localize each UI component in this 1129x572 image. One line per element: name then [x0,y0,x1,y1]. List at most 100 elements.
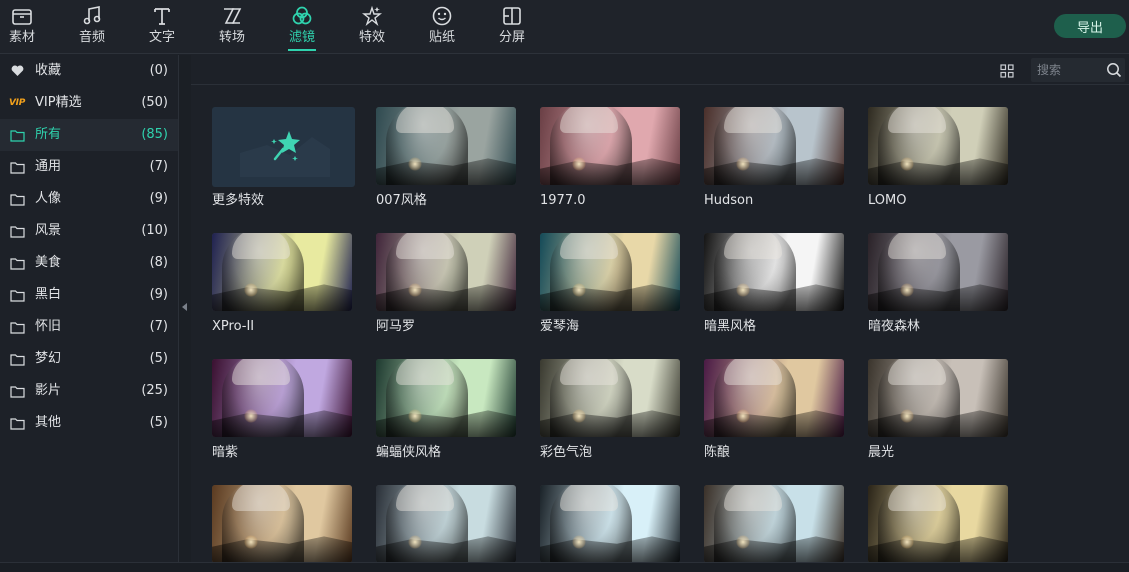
tab-text-label: 文字 [148,30,175,45]
filter-thumbnail[interactable] [212,359,352,437]
sidebar-item-black-white[interactable]: 黑白 (9) [0,279,178,311]
thumbnail-lens-flare [572,157,586,171]
sidebar-item-other[interactable]: 其他 (5) [0,407,178,439]
thumbnail-lens-flare [736,157,750,171]
sidebar-item-dreamy[interactable]: 梦幻 (5) [0,343,178,375]
filter-thumbnail[interactable] [376,233,516,311]
tab-transition[interactable]: 转场 [202,0,262,54]
sidebar-item-count: (10) [141,223,168,238]
folder-icon [9,191,25,207]
thumbnail-lens-flare [572,535,586,549]
filter-thumbnail[interactable] [540,485,680,563]
tab-sticker[interactable]: 贴纸 [412,0,472,54]
filter-thumbnail[interactable] [212,485,352,563]
sidebar-item-general[interactable]: 通用 (7) [0,151,178,183]
sidebar-item-food[interactable]: 美食 (8) [0,247,178,279]
sidebar-item-landscape[interactable]: 风景 (10) [0,215,178,247]
thumbnail-hat [724,359,782,385]
thumbnail-hat [560,107,618,133]
search-icon[interactable] [1106,62,1122,78]
filter-thumbnail[interactable] [704,359,844,437]
sidebar-item-favorites[interactable]: 收藏 (0) [0,55,178,87]
tab-text[interactable]: 文字 [132,0,192,54]
search-input[interactable] [1037,61,1101,79]
sidebar-item-label: 人像 [35,191,62,206]
filter-label: 晨光 [868,445,895,460]
filter-thumbnail[interactable] [540,107,680,185]
thumbnail-hat [232,359,290,385]
sidebar-item-count: (8) [149,255,168,270]
filter-thumbnail[interactable] [376,107,516,185]
sidebar-item-portrait[interactable]: 人像 (9) [0,183,178,215]
sidebar-item-all[interactable]: 所有 (85) [0,119,178,151]
sidebar-collapse-handle[interactable] [179,55,191,562]
effects-star-icon [361,0,383,30]
filter-label: LOMO [868,193,907,208]
thumbnail-lens-flare [736,409,750,423]
tab-transition-label: 转场 [218,30,245,45]
filter-thumbnail[interactable] [704,107,844,185]
folder-icon [9,287,25,303]
sidebar-item-count: (50) [141,95,168,110]
filter-thumbnail[interactable] [868,107,1008,185]
heart-icon [9,63,25,79]
export-button[interactable]: 导出 [1054,14,1126,38]
sidebar-item-count: (9) [149,287,168,302]
sidebar-item-vip[interactable]: VIP VIP精选 (50) [0,87,178,119]
filter-thumbnail[interactable] [540,233,680,311]
sidebar-item-label: 影片 [35,383,62,398]
filter-thumbnail[interactable] [540,359,680,437]
sidebar-item-label: 风景 [35,223,62,238]
thumbnail-lens-flare [244,283,258,297]
sidebar-item-label: 其他 [35,415,62,430]
sidebar-item-label: 梦幻 [35,351,62,366]
tab-audio[interactable]: 音频 [62,0,122,54]
thumbnail-hat [724,233,782,259]
tab-filter-label: 滤镜 [288,30,315,45]
thumbnail-hat [560,233,618,259]
tab-effects[interactable]: 特效 [342,0,402,54]
folder-icon [9,319,25,335]
folder-icon [9,223,25,239]
thumbnail-lens-flare [736,535,750,549]
grid-view-icon[interactable] [1000,63,1014,78]
tab-filter[interactable]: 滤镜 [272,0,332,54]
thumbnail-lens-flare [572,283,586,297]
filter-label: 蝙蝠侠风格 [376,445,442,460]
filter-label: 阿马罗 [376,319,416,334]
filter-thumbnail[interactable] [868,233,1008,311]
filter-thumbnail[interactable] [868,485,1008,563]
filter-label: 1977.0 [540,193,586,208]
thumbnail-hat [888,233,946,259]
sidebar-item-count: (5) [149,351,168,366]
thumbnail-hat [232,485,290,511]
search-box [1031,58,1125,82]
filter-thumbnail[interactable] [704,233,844,311]
filter-thumbnail[interactable] [868,359,1008,437]
split-screen-icon [501,0,523,30]
active-tab-indicator [288,49,316,51]
thumbnail-lens-flare [572,409,586,423]
filter-thumbnail[interactable] [376,359,516,437]
filter-label: 007风格 [376,193,427,208]
thumbnail-hat [724,107,782,133]
thumbnail-hat [724,485,782,511]
filter-thumbnail[interactable] [704,485,844,563]
folder-icon [11,0,33,30]
filter-label: 陈酿 [704,445,731,460]
filter-thumbnail[interactable] [212,233,352,311]
more-effects-card[interactable] [212,107,355,187]
tab-media[interactable]: 素材 [0,0,52,54]
sidebar-item-nostalgia[interactable]: 怀旧 (7) [0,311,178,343]
thumbnail-hat [396,485,454,511]
filter-label: XPro-II [212,319,255,334]
tab-split-screen-label: 分屏 [498,30,525,45]
chevron-left-icon [182,303,187,311]
sticker-icon [431,0,453,30]
thumbnail-lens-flare [900,283,914,297]
filter-label: 暗夜森林 [868,319,921,334]
filter-thumbnail[interactable] [376,485,516,563]
top-toolbar: 素材 音频 文字 转场 滤镜 特效 贴纸 分屏 导出 [0,0,1129,54]
tab-split-screen[interactable]: 分屏 [482,0,542,54]
sidebar-item-film[interactable]: 影片 (25) [0,375,178,407]
